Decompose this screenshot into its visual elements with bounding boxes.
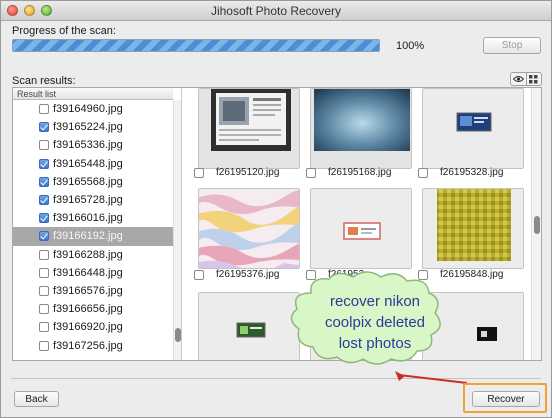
scan-progress-fill bbox=[13, 40, 379, 51]
thumbnail-card[interactable] bbox=[422, 88, 524, 169]
thumbnail-caption[interactable]: f26195376.jpg bbox=[194, 269, 279, 280]
app-window: Jihosoft Photo Recovery Progress of the … bbox=[0, 0, 552, 418]
result-item-checkbox[interactable] bbox=[39, 122, 49, 133]
thumbnail-image bbox=[423, 89, 523, 168]
result-item-checkbox[interactable] bbox=[39, 340, 49, 351]
result-list-scroll-thumb[interactable] bbox=[175, 328, 181, 342]
back-button[interactable]: Back bbox=[14, 391, 59, 407]
stop-button[interactable]: Stop bbox=[483, 37, 541, 54]
thumbnail-caption[interactable]: f26195168.jpg bbox=[306, 167, 391, 178]
callout-arrow-head bbox=[395, 371, 405, 381]
result-list-scrollbar[interactable] bbox=[173, 100, 181, 360]
result-list-item[interactable]: f39166576.jpg bbox=[13, 282, 173, 300]
thumbnail-filename: f26195120.jpg bbox=[216, 167, 280, 178]
thumbnail-card[interactable] bbox=[198, 88, 300, 169]
result-list-item[interactable]: f39165568.jpg bbox=[13, 173, 173, 191]
scan-progress-bar bbox=[12, 39, 380, 52]
result-item-checkbox[interactable] bbox=[39, 158, 49, 169]
result-item-filename: f39166656.jpg bbox=[53, 303, 123, 316]
callout-text: recover nikon coolpix deleted lost photo… bbox=[304, 291, 446, 354]
thumbnail-caption[interactable]: f26195328.jpg bbox=[418, 167, 503, 178]
result-item-checkbox[interactable] bbox=[39, 231, 49, 242]
view-mode-toggle[interactable] bbox=[510, 72, 542, 86]
thumbnail-checkbox[interactable] bbox=[194, 167, 204, 178]
thumbnail-image bbox=[423, 189, 523, 268]
thumbnail-filename: f26195376.jpg bbox=[216, 269, 280, 280]
thumbnail-card[interactable] bbox=[310, 88, 412, 169]
thumbnail-checkbox[interactable] bbox=[306, 167, 316, 178]
result-item-filename: f39166448.jpg bbox=[53, 266, 123, 279]
thumbnail-card[interactable] bbox=[310, 188, 412, 269]
window-title: Jihosoft Photo Recovery bbox=[210, 4, 342, 18]
result-item-filename: f39167256.jpg bbox=[53, 339, 123, 352]
result-item-filename: f39166288.jpg bbox=[53, 248, 123, 261]
result-item-checkbox[interactable] bbox=[39, 176, 49, 187]
thumbnail-card[interactable] bbox=[198, 188, 300, 269]
eye-icon[interactable] bbox=[511, 73, 526, 85]
scan-results-label: Scan results: bbox=[12, 75, 76, 87]
thumbnail-image bbox=[199, 89, 299, 168]
thumbnail-grid-scroll-thumb[interactable] bbox=[534, 216, 540, 234]
result-list-item[interactable]: f39166192.jpg bbox=[13, 227, 173, 246]
thumbnail-checkbox[interactable] bbox=[418, 167, 428, 178]
thumbnail-image bbox=[311, 189, 411, 268]
result-list-item[interactable]: f39166448.jpg bbox=[13, 264, 173, 282]
result-item-filename: f39165728.jpg bbox=[53, 194, 123, 207]
result-item-filename: f39166576.jpg bbox=[53, 284, 123, 297]
result-list-header: Result list bbox=[13, 88, 173, 100]
thumbnail-checkbox[interactable] bbox=[194, 269, 204, 280]
title-bar: Jihosoft Photo Recovery bbox=[1, 1, 551, 21]
result-item-filename: f39165568.jpg bbox=[53, 175, 123, 188]
callout-line: lost photos bbox=[338, 335, 412, 352]
result-list-item[interactable]: f39165224.jpg bbox=[13, 118, 173, 136]
result-list-item[interactable]: f39165448.jpg bbox=[13, 155, 173, 173]
result-list-item[interactable]: f39164960.jpg bbox=[13, 100, 173, 118]
callout-arrow bbox=[398, 374, 468, 384]
result-list-item[interactable]: f39166920.jpg bbox=[13, 318, 173, 336]
result-item-filename: f39165224.jpg bbox=[53, 121, 123, 134]
thumbnail-caption[interactable]: f26195120.jpg bbox=[194, 167, 279, 178]
result-item-checkbox[interactable] bbox=[39, 195, 49, 206]
progress-percent: 100% bbox=[396, 40, 425, 52]
callout-line: coolpix deleted bbox=[324, 314, 426, 331]
result-list-item[interactable]: f39165336.jpg bbox=[13, 136, 173, 154]
result-item-filename: f39165448.jpg bbox=[53, 157, 123, 170]
thumbnail-filename: f26195328.jpg bbox=[440, 167, 504, 178]
result-item-checkbox[interactable] bbox=[39, 213, 49, 224]
result-item-filename: f39164960.jpg bbox=[53, 103, 123, 116]
result-item-filename: f39166920.jpg bbox=[53, 321, 123, 334]
result-item-checkbox[interactable] bbox=[39, 304, 49, 315]
result-item-checkbox[interactable] bbox=[39, 267, 49, 278]
result-list-item[interactable]: f39165728.jpg bbox=[13, 191, 173, 209]
thumbnail-image bbox=[311, 89, 411, 168]
result-list-pane: Result list f39164960.jpg f39165224.jpg f3… bbox=[13, 88, 182, 360]
thumbnail-filename: f26195168.jpg bbox=[328, 167, 392, 178]
thumbnail-card[interactable] bbox=[422, 188, 524, 269]
result-item-checkbox[interactable] bbox=[39, 249, 49, 260]
result-item-filename: f39166016.jpg bbox=[53, 212, 123, 225]
result-list-item[interactable]: f39166656.jpg bbox=[13, 300, 173, 318]
result-item-filename: f39165336.jpg bbox=[53, 139, 123, 152]
result-item-checkbox[interactable] bbox=[39, 285, 49, 296]
callout-line: recover nikon bbox=[329, 293, 421, 310]
thumbnail-image bbox=[199, 189, 299, 268]
result-item-filename: f39166192.jpg bbox=[53, 230, 123, 243]
result-list-item[interactable]: f39167256.jpg bbox=[13, 336, 173, 354]
result-item-checkbox[interactable] bbox=[39, 140, 49, 151]
result-list: f39164960.jpg f39165224.jpg f39165336.jpg f… bbox=[13, 100, 173, 355]
result-item-checkbox[interactable] bbox=[39, 104, 49, 115]
progress-label: Progress of the scan: bbox=[12, 25, 116, 37]
result-item-checkbox[interactable] bbox=[39, 322, 49, 333]
grid-icon[interactable] bbox=[525, 73, 542, 85]
result-list-item[interactable]: f39166016.jpg bbox=[13, 209, 173, 227]
result-list-item[interactable]: f39166288.jpg bbox=[13, 246, 173, 264]
recover-button[interactable]: Recover bbox=[472, 391, 540, 407]
thumbnail-grid-scrollbar[interactable] bbox=[531, 88, 541, 360]
